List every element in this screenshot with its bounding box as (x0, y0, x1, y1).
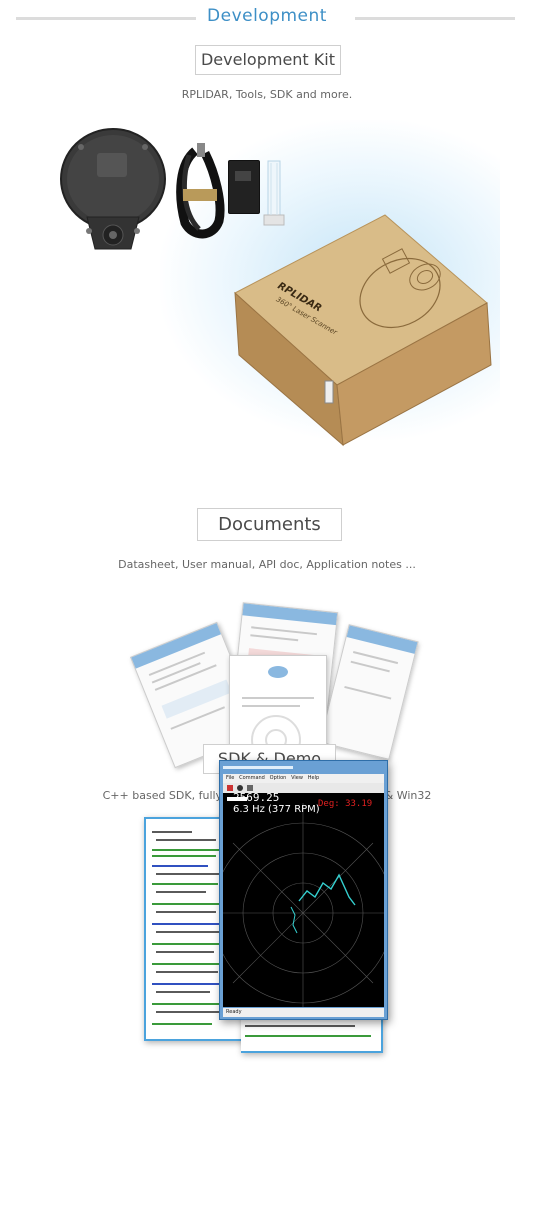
usb-cable-image (176, 143, 225, 239)
record-icon[interactable] (237, 785, 243, 791)
rplidar-device-image (60, 128, 166, 250)
scan-rate-readout: 6.3 Hz (377 RPM) (233, 804, 320, 815)
menu-view[interactable]: View (291, 775, 303, 781)
page-title: Development (207, 6, 327, 26)
menu-file[interactable]: File (226, 775, 234, 781)
radar-viewer-window: File Command Option View Help 2569.25 De… (219, 760, 388, 1020)
menu-help[interactable]: Help (308, 775, 319, 781)
menu-command[interactable]: Command (239, 775, 265, 781)
radar-toolbar (223, 783, 384, 793)
product-box-image (234, 214, 492, 447)
radar-status-bar: Ready (223, 1008, 384, 1017)
scan-icon[interactable] (247, 785, 253, 791)
stop-icon[interactable] (227, 785, 233, 791)
documents-title: Documents (197, 508, 342, 541)
radar-window-titlebar (223, 763, 384, 773)
distance-readout: 2569.25 (233, 793, 280, 804)
radar-menu-bar: File Command Option View Help (223, 774, 384, 783)
radar-scan-graphic (223, 797, 384, 1007)
menu-option[interactable]: Option (270, 775, 287, 781)
documents-subtitle: Datasheet, User manual, API doc, Applica… (118, 558, 416, 571)
devkit-subtitle: RPLIDAR, Tools, SDK and more. (181, 88, 353, 101)
devkit-title: Development Kit (195, 45, 341, 75)
angle-readout: Deg: 33.19 (318, 799, 373, 809)
radar-plot: 2569.25 Deg: 33.19 6.3 Hz (377 RPM) (223, 793, 384, 1007)
